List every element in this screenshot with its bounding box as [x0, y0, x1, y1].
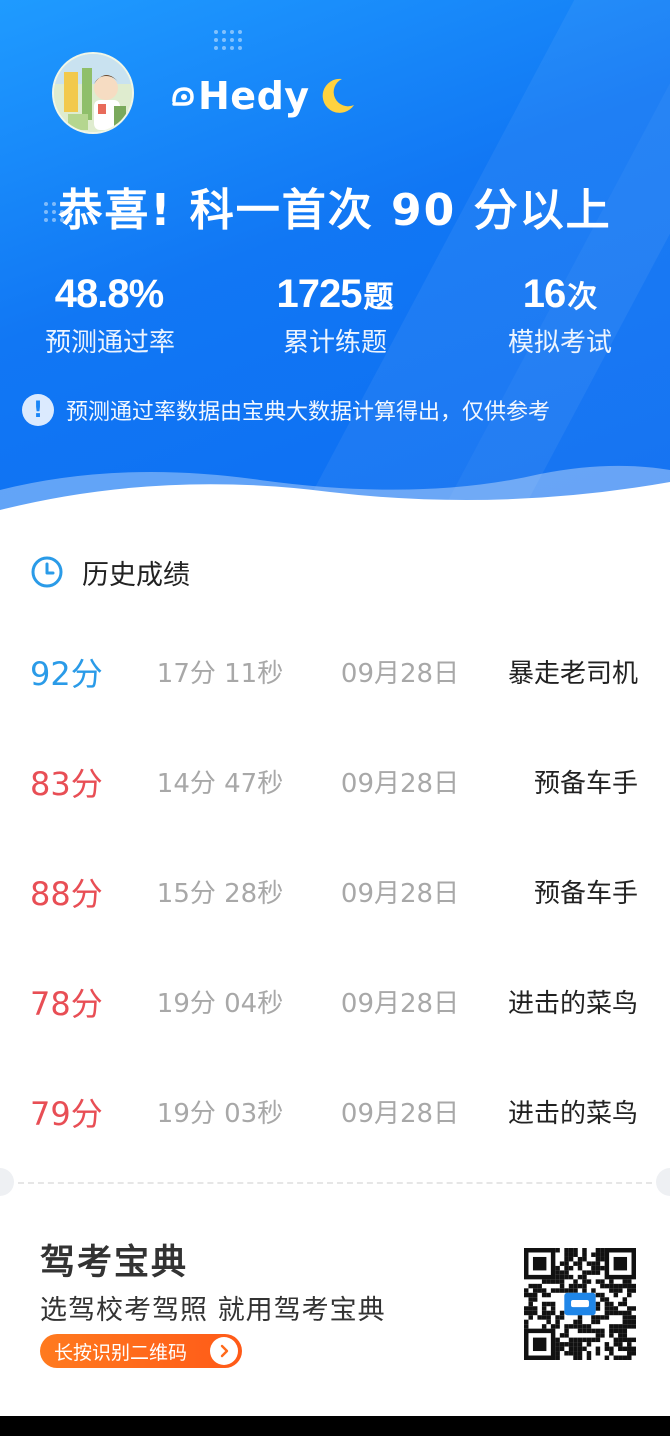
date: 09月28日 — [340, 659, 460, 689]
duration: 19分 04秒 — [156, 989, 284, 1019]
score: 78分 — [30, 985, 103, 1023]
rank-title: 预备车手 — [533, 879, 638, 909]
history-row[interactable]: 92分 17分 11秒 09月28日 暴走老司机 — [0, 618, 670, 728]
chevron-right-icon — [210, 1337, 238, 1365]
duration: 19分 03秒 — [156, 1099, 284, 1129]
disclaimer-text: 预测通过率数据由宝典大数据计算得出，仅供参考 — [66, 400, 551, 425]
system-bottom-bar — [0, 1416, 670, 1436]
date: 09月28日 — [340, 989, 460, 1019]
ticket-notch-right — [656, 1168, 670, 1196]
duration: 14分 47秒 — [156, 769, 284, 799]
date: 09月28日 — [340, 1099, 460, 1129]
duration: 17分 11秒 — [156, 659, 284, 689]
score: 88分 — [30, 875, 103, 913]
history-row[interactable]: 83分 14分 47秒 09月28日 预备车手 — [0, 728, 670, 838]
score: 83分 — [30, 765, 103, 803]
history-row[interactable]: 88分 15分 28秒 09月28日 预备车手 — [0, 838, 670, 948]
stat-value: 16 — [522, 272, 566, 316]
rank-title: 预备车手 — [533, 769, 638, 799]
moon-icon — [322, 78, 354, 113]
stats-row: 48.8% 预测通过率 1725题 累计练题 16次 模拟考试 — [0, 268, 670, 368]
rank-title: 进击的菜鸟 — [507, 1099, 638, 1129]
score: 79分 — [30, 1095, 103, 1133]
stat-label: 模拟考试 — [507, 328, 612, 358]
clock-icon — [31, 556, 63, 588]
history-list: 92分 17分 11秒 09月28日 暴走老司机 83分 14分 47秒 09月… — [0, 618, 670, 1168]
avatar-illustration-icon — [54, 54, 132, 132]
brand-title: 驾考宝典 — [40, 1243, 189, 1283]
scan-qr-label: 长按识别二维码 — [54, 1341, 188, 1364]
duration: 15分 28秒 — [156, 879, 284, 909]
exclamation-icon: ! — [22, 394, 54, 426]
history-title: 历史成绩 — [82, 559, 190, 591]
disclaimer-notice: ! 预测通过率数据由宝典大数据计算得出，仅供参考 — [22, 392, 550, 428]
history-row[interactable]: 79分 19分 03秒 09月28日 进击的菜鸟 — [0, 1058, 670, 1168]
stat-mock-exams: 16次 模拟考试 — [450, 268, 670, 359]
hero-banner: Hedy 恭喜! 科一首次 90 分以上 48.8% 预测通过率 1725题 累… — [0, 0, 670, 520]
date: 09月28日 — [340, 769, 460, 799]
dashed-divider — [18, 1182, 652, 1184]
stat-unit: 次 — [567, 280, 598, 315]
congrats-headline: 恭喜! 科一首次 90 分以上 — [58, 185, 612, 236]
decorative-dots — [214, 30, 242, 50]
qr-code-icon[interactable] — [524, 1248, 636, 1360]
history-header: 历史成绩 — [30, 552, 190, 592]
history-row[interactable]: 78分 19分 04秒 09月28日 进击的菜鸟 — [0, 948, 670, 1058]
stat-questions: 1725题 累计练题 — [225, 268, 445, 359]
score: 92分 — [30, 655, 103, 693]
brand-slogan: 选驾校考驾照 就用驾考宝典 — [40, 1295, 386, 1326]
avatar[interactable] — [52, 52, 134, 134]
stat-value: 1725 — [276, 272, 363, 316]
username-text: Hedy — [198, 74, 310, 118]
ticket-notch-left — [0, 1168, 14, 1196]
rank-title: 进击的菜鸟 — [507, 989, 638, 1019]
user-mark-icon — [172, 87, 194, 106]
stat-label: 累计练题 — [282, 328, 387, 358]
rank-title: 暴走老司机 — [507, 659, 638, 689]
stat-pass-rate: 48.8% 预测通过率 — [0, 268, 220, 359]
wave-divider — [0, 465, 670, 520]
date: 09月28日 — [340, 879, 460, 909]
scan-qr-button[interactable]: 长按识别二维码 — [40, 1334, 242, 1368]
stat-label: 预测通过率 — [44, 328, 175, 358]
username: Hedy — [170, 70, 358, 122]
stat-unit: 题 — [363, 280, 394, 315]
stat-value: 48.8% — [54, 272, 164, 316]
